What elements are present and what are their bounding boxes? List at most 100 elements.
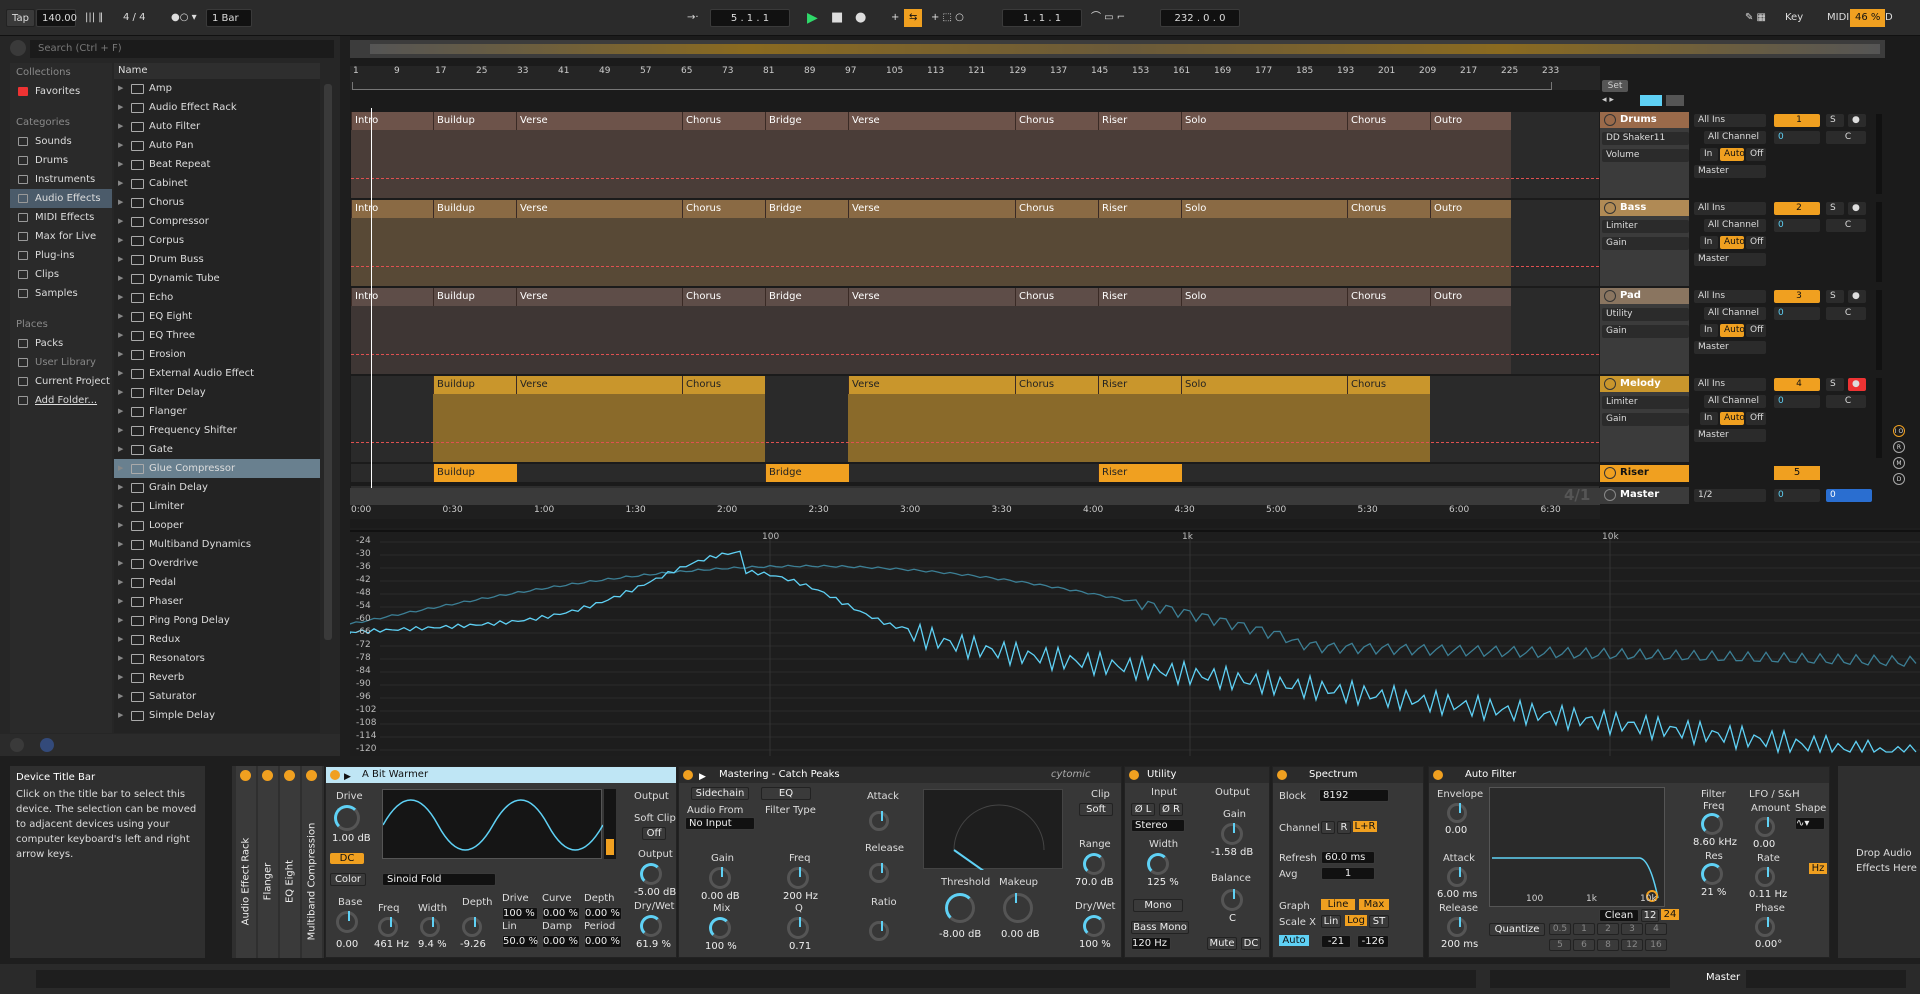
clip-body[interactable] bbox=[1430, 130, 1511, 198]
width-knob[interactable] bbox=[420, 917, 440, 937]
input-channel-menu[interactable]: All Channel bbox=[1704, 131, 1766, 144]
device-power-icon[interactable] bbox=[284, 770, 295, 781]
browser-scrollbar[interactable] bbox=[324, 84, 332, 640]
input-type-menu[interactable]: All Ins bbox=[1694, 378, 1766, 391]
view-toggle-icon[interactable]: I O bbox=[1893, 425, 1905, 437]
release-knob[interactable] bbox=[869, 863, 889, 883]
output-knob[interactable] bbox=[640, 863, 662, 885]
solo-button[interactable]: S bbox=[1826, 378, 1844, 391]
clip-body[interactable] bbox=[351, 218, 433, 286]
freq-knob[interactable] bbox=[787, 867, 809, 889]
device-auto-filter[interactable]: Auto Filter Envelope 0.00 Attack 6.00 ms… bbox=[1428, 766, 1830, 958]
sidebar-item-add-folder-[interactable]: Add Folder... bbox=[10, 391, 112, 410]
range-low-value[interactable]: -21 bbox=[1321, 935, 1351, 948]
automation-line[interactable] bbox=[351, 178, 1599, 179]
attack-knob[interactable] bbox=[1447, 867, 1467, 887]
monitor-in-button[interactable]: In bbox=[1700, 148, 1718, 161]
sidebar-item-clips[interactable]: Clips bbox=[10, 265, 112, 284]
clip-body[interactable] bbox=[682, 394, 765, 462]
list-item[interactable]: Simple Delay bbox=[114, 706, 320, 725]
track-volume[interactable]: 0 bbox=[1774, 219, 1820, 232]
stop-icon[interactable]: ■ bbox=[826, 9, 848, 27]
arrangement-clip[interactable]: Buildup bbox=[433, 288, 516, 306]
graph-max-button[interactable]: Max bbox=[1359, 899, 1389, 910]
dc-button[interactable]: DC bbox=[330, 853, 364, 864]
draw-mode-icon[interactable]: ⌒ ▭ ⌐ bbox=[1086, 9, 1130, 27]
arrangement-clip[interactable]: Chorus bbox=[1347, 288, 1430, 306]
width-value[interactable]: 125 % bbox=[1147, 877, 1179, 888]
list-item[interactable]: Reverb bbox=[114, 668, 320, 687]
quantize-button[interactable]: Quantize bbox=[1489, 923, 1545, 936]
arrangement-clip[interactable]: Verse bbox=[516, 200, 682, 218]
sidebar-item-samples[interactable]: Samples bbox=[10, 284, 112, 303]
loop-switch-icon[interactable]: ⇆ bbox=[904, 9, 922, 27]
device-power-icon[interactable] bbox=[683, 770, 693, 780]
clip-body[interactable] bbox=[351, 130, 433, 198]
input-channel-menu[interactable]: All Channel bbox=[1704, 219, 1766, 232]
graph-line-button[interactable]: Line bbox=[1321, 899, 1355, 910]
arrangement-clip[interactable]: Buildup bbox=[433, 112, 516, 130]
clip-body[interactable] bbox=[1015, 130, 1098, 198]
arm-button[interactable]: ● bbox=[1848, 114, 1866, 127]
master-volume[interactable]: 0 bbox=[1774, 489, 1820, 502]
clip-body[interactable] bbox=[516, 394, 682, 462]
ratio-knob[interactable] bbox=[869, 921, 889, 941]
arrangement-clip[interactable]: Bridge bbox=[765, 200, 848, 218]
clip-body[interactable] bbox=[682, 306, 765, 374]
arrangement-clip[interactable]: Chorus bbox=[682, 376, 765, 394]
arrangement-clip[interactable]: Riser bbox=[1098, 464, 1182, 482]
audio-from-menu[interactable]: No Input bbox=[685, 817, 755, 830]
quantize-value-button[interactable]: 8 bbox=[1597, 939, 1619, 951]
rack-device-strip[interactable]: Audio Effect Rack bbox=[236, 766, 256, 958]
clip-body[interactable] bbox=[682, 218, 765, 286]
arm-button[interactable]: ● bbox=[1848, 202, 1866, 215]
slope-24-button[interactable]: 24 bbox=[1661, 909, 1679, 920]
drywet-value[interactable]: 61.9 % bbox=[636, 939, 671, 950]
list-item[interactable]: Saturator bbox=[114, 687, 320, 706]
device-utility[interactable]: Utility Input Output Ø L Ø R Stereo Widt… bbox=[1124, 766, 1270, 958]
monitor-off-button[interactable]: Off bbox=[1746, 148, 1766, 161]
shape-menu[interactable]: ∿▾ bbox=[1795, 817, 1825, 830]
monitor-off-button[interactable]: Off bbox=[1746, 324, 1766, 337]
list-item[interactable]: Erosion bbox=[114, 345, 320, 364]
pencil-icon[interactable]: ✎ ▦ bbox=[1740, 9, 1771, 27]
list-item[interactable]: Drum Buss bbox=[114, 250, 320, 269]
clip-body[interactable] bbox=[433, 130, 516, 198]
arrangement-clip[interactable]: Verse bbox=[516, 288, 682, 306]
add-icon[interactable] bbox=[40, 738, 54, 752]
arrangement-clip[interactable]: Chorus bbox=[682, 112, 765, 130]
sidebar-item-sounds[interactable]: Sounds bbox=[10, 132, 112, 151]
arrangement-clip[interactable]: Chorus bbox=[1015, 376, 1098, 394]
quantize-value-button[interactable]: 3 bbox=[1621, 923, 1643, 935]
arrangement-clip[interactable]: Chorus bbox=[1347, 200, 1430, 218]
device-chooser[interactable]: Limiter bbox=[1602, 396, 1689, 409]
clip-body[interactable] bbox=[1347, 306, 1430, 374]
clip-body[interactable] bbox=[351, 306, 433, 374]
device-power-icon[interactable] bbox=[1129, 770, 1139, 780]
sidebar-item-current-project[interactable]: Current Project bbox=[10, 372, 112, 391]
lin-value[interactable]: 50.0 % bbox=[502, 935, 538, 948]
track-number[interactable]: 5 bbox=[1774, 466, 1820, 480]
clip-body[interactable] bbox=[1098, 218, 1181, 286]
clip-body[interactable] bbox=[1181, 218, 1347, 286]
clip-body[interactable] bbox=[1347, 130, 1430, 198]
clip-body[interactable] bbox=[1347, 218, 1430, 286]
track-activator[interactable]: 2 bbox=[1774, 202, 1820, 215]
gain-value[interactable]: 0.00 dB bbox=[701, 891, 740, 902]
arrangement-clip[interactable]: Chorus bbox=[1015, 112, 1098, 130]
arrangement-clip[interactable]: Outro bbox=[1430, 288, 1511, 306]
list-item[interactable]: Cabinet bbox=[114, 174, 320, 193]
follow-icon[interactable]: ●○ ▾ bbox=[166, 9, 202, 27]
arrangement-clip[interactable]: Chorus bbox=[1347, 376, 1430, 394]
arrangement-clip[interactable]: Verse bbox=[848, 376, 1015, 394]
sidechain-button[interactable]: Sidechain bbox=[691, 787, 749, 800]
depth-knob[interactable] bbox=[462, 917, 482, 937]
quantize-value-button[interactable]: 1 bbox=[1573, 923, 1595, 935]
solo-button[interactable]: S bbox=[1826, 114, 1844, 127]
track-name[interactable]: Pad bbox=[1600, 288, 1689, 304]
device-chooser[interactable]: Utility bbox=[1602, 308, 1689, 321]
list-item[interactable]: Multiband Dynamics bbox=[114, 535, 320, 554]
list-item[interactable]: Corpus bbox=[114, 231, 320, 250]
device-spectrum[interactable]: Spectrum Block 8192 Channel L R L+R Refr… bbox=[1272, 766, 1424, 958]
drive-knob[interactable] bbox=[334, 805, 360, 831]
